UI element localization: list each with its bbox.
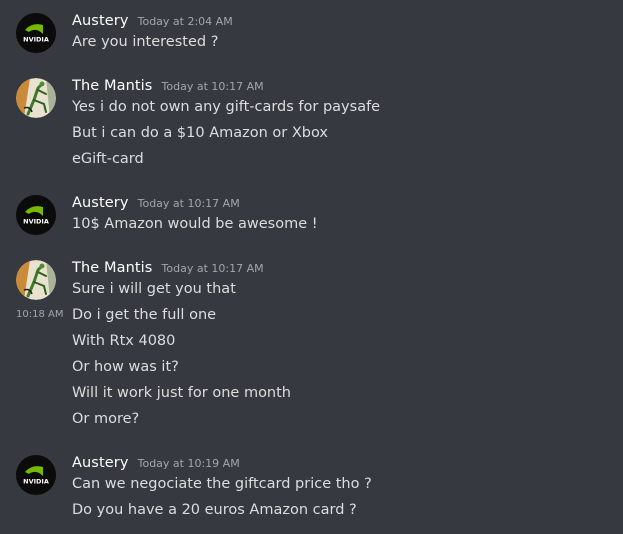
- message-line: Can we negociate the giftcard price tho …: [72, 476, 372, 492]
- message-line: 10$ Amazon would be awesome !: [72, 216, 318, 232]
- nvidia-logo-icon: NVIDIA: [16, 195, 56, 235]
- message-line: Sure i will get you that: [72, 281, 236, 297]
- timestamp[interactable]: Today at 10:19 AM: [138, 457, 240, 470]
- username[interactable]: Austery: [72, 13, 129, 29]
- avatar[interactable]: [16, 78, 56, 118]
- username[interactable]: Austery: [72, 195, 129, 211]
- chat-message-list: NVIDIA Austery Today at 2:04 AM Are you …: [0, 0, 623, 534]
- timestamp[interactable]: Today at 10:17 AM: [162, 80, 264, 93]
- message-line: eGift-card: [72, 151, 144, 167]
- nvidia-logo-icon: NVIDIA: [16, 13, 56, 53]
- avatar[interactable]: NVIDIA: [16, 455, 56, 495]
- nvidia-logo-text: NVIDIA: [23, 218, 49, 226]
- username[interactable]: Austery: [72, 455, 129, 471]
- timestamp[interactable]: Today at 2:04 AM: [138, 15, 233, 28]
- message-header: Austery Today at 2:04 AM: [72, 10, 233, 32]
- timestamp[interactable]: Today at 10:17 AM: [138, 197, 240, 210]
- avatar[interactable]: NVIDIA: [16, 13, 56, 53]
- hover-timestamp[interactable]: 10:18 AM: [16, 305, 63, 325]
- timestamp[interactable]: Today at 10:17 AM: [162, 262, 264, 275]
- message-header: Austery Today at 10:17 AM: [72, 192, 240, 214]
- message-line: Do i get the full one: [72, 307, 217, 323]
- avatar[interactable]: NVIDIA: [16, 195, 56, 235]
- nvidia-logo-text: NVIDIA: [23, 478, 49, 486]
- nvidia-logo-icon: NVIDIA: [16, 455, 56, 495]
- message-line: Yes i do not own any gift-cards for pays…: [72, 99, 381, 115]
- message-line: Or more?: [72, 411, 140, 427]
- username[interactable]: The Mantis: [72, 260, 152, 276]
- avatar[interactable]: [16, 260, 56, 300]
- mantis-avatar-icon: [16, 78, 56, 118]
- message-line: Will it work just for one month: [72, 385, 292, 401]
- message-line: Are you interested ?: [72, 34, 219, 50]
- message-header: The Mantis Today at 10:17 AM: [72, 257, 264, 279]
- message-header: Austery Today at 10:19 AM: [72, 452, 240, 474]
- message-line: But i can do a $10 Amazon or Xbox: [72, 125, 328, 141]
- message-line: Or how was it?: [72, 359, 179, 375]
- mantis-avatar-icon: [16, 260, 56, 300]
- message-header: The Mantis Today at 10:17 AM: [72, 75, 264, 97]
- username[interactable]: The Mantis: [72, 78, 152, 94]
- message-line: Do you have a 20 euros Amazon card ?: [72, 502, 357, 518]
- nvidia-logo-text: NVIDIA: [23, 36, 49, 44]
- message-line: With Rtx 4080: [72, 333, 176, 349]
